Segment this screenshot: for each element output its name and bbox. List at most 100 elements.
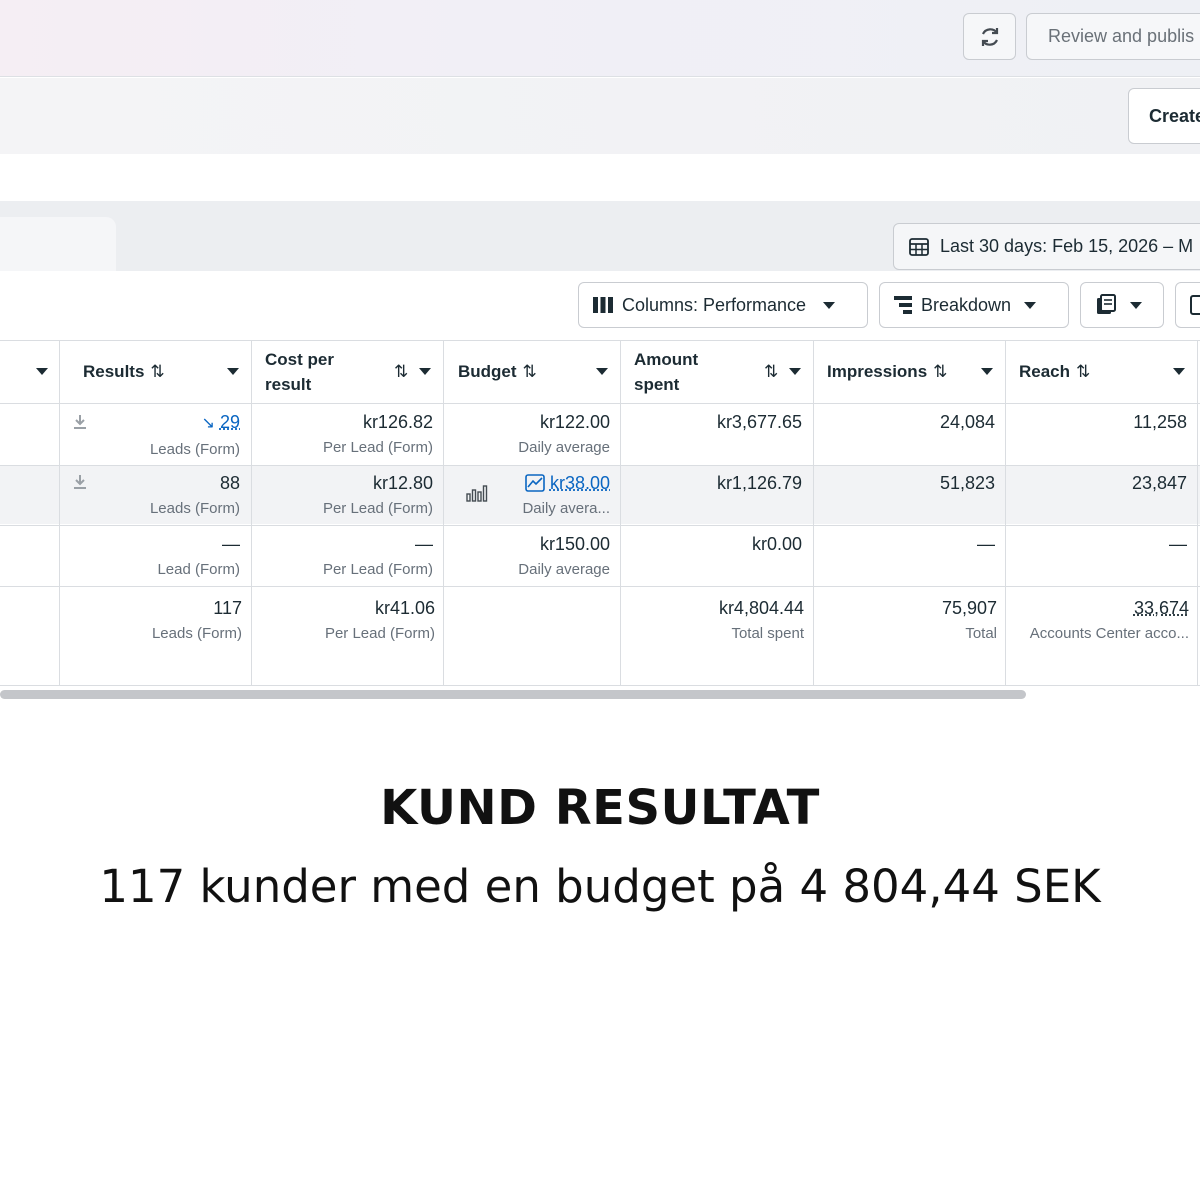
budget-value: kr122.00 [539,412,610,432]
column-menu-icon[interactable] [981,368,993,375]
cost-sub: Per Lead (Form) [322,439,433,456]
totals-impressions-sub: Total [965,625,997,642]
header-reach-label: Reach [1019,361,1071,381]
date-range-button[interactable]: Last 30 days: Feb 15, 2026 – M [893,223,1200,270]
table-row-2-impressions: 51,823 [814,473,995,493]
column-menu-icon[interactable] [789,368,801,375]
column-divider [1197,340,1198,686]
table-row-1-spent: kr3,677.65 [621,412,802,432]
totals-reach-sub: Accounts Center acco... [1029,625,1189,642]
sort-icon[interactable]: ⇅ [150,362,164,382]
column-menu-icon[interactable] [1173,368,1185,375]
column-menu-icon[interactable] [36,368,48,375]
table-border [0,586,1200,587]
export-icon [1190,295,1200,315]
totals-cost-value: kr41.06 [374,598,435,618]
column-menu-icon[interactable] [227,368,239,375]
results-value-link[interactable]: 29 [220,412,240,432]
table-row-3-budget: kr150.00 Daily average [444,534,610,580]
table-row-3-reach: — [1006,534,1187,554]
table-border [0,685,1200,686]
totals-reach-value[interactable]: 33,674 [1006,598,1189,618]
create-button[interactable]: Create [1128,88,1200,144]
reach-value: 11,258 [1133,412,1187,432]
table-row-1-reach: 11,258 [1006,412,1187,432]
columns-label: Columns: Performance [622,294,807,315]
chevron-down-icon [1130,301,1142,309]
reports-button[interactable] [1080,282,1164,328]
results-value: — [222,534,240,554]
cost-value: kr126.82 [362,412,433,432]
sort-icon[interactable]: ⇅ [394,359,408,384]
column-menu-icon[interactable] [596,368,608,375]
header-budget[interactable]: Budget ⇅ [458,340,620,403]
columns-button[interactable]: Columns: Performance [578,282,868,328]
active-tab[interactable] [0,217,116,271]
header-cost-label-1: Cost per [265,349,334,369]
sub-header [0,78,1200,154]
totals-results-sub: Leads (Form) [151,625,242,642]
header-budget-label: Budget [458,361,517,381]
budget-value: kr150.00 [539,534,610,554]
header-results[interactable]: Results ⇅ [83,340,251,403]
header-cost-label-2: result [265,374,312,394]
table-border [0,465,1200,466]
column-menu-icon[interactable] [419,368,431,375]
spent-value: kr3,677.65 [716,412,802,432]
table-row-1-cost: kr126.82 Per Lead (Form) [252,412,433,458]
date-range-label: Last 30 days: Feb 15, 2026 – M [940,236,1194,256]
totals-spent: kr4,804.44 Total spent [621,598,804,644]
table-border [0,525,1200,526]
header-results-label: Results [83,361,145,381]
sort-icon[interactable]: ⇅ [1076,362,1090,382]
table-row-1-impressions: 24,084 [814,412,995,432]
breakdown-button[interactable]: Breakdown [879,282,1069,328]
sort-icon[interactable]: ⇅ [933,362,947,382]
caption-title: KUND RESULTAT [380,780,820,836]
totals-reach: 33,674 Accounts Center acco... [1006,598,1189,644]
reach-value: — [1169,534,1187,554]
header-amount-spent[interactable]: Amount spent ⇅ [634,340,813,403]
chevron-down-icon [823,301,836,309]
totals-impressions-value: 75,907 [941,598,997,618]
reports-icon [1097,294,1116,314]
table-row-2-reach: 23,847 [1006,473,1187,493]
refresh-icon [981,27,998,46]
calendar-icon [909,237,929,256]
breakdown-label: Breakdown [921,294,1012,315]
header-spent-label-1: Amount [634,349,699,369]
header-reach[interactable]: Reach ⇅ [1019,340,1197,403]
horizontal-scrollbar[interactable] [0,690,1026,699]
table-row-3-impressions: — [814,534,995,554]
table-border [0,403,1200,404]
totals-results-value: 117 [213,598,242,618]
table-row-2-cost: kr12.80 Per Lead (Form) [252,473,433,519]
results-sub: Lead (Form) [157,561,240,578]
header-impressions[interactable]: Impressions ⇅ [827,340,1005,403]
sort-icon[interactable]: ⇅ [523,362,537,382]
budget-sub: Daily avera... [522,500,610,517]
results-sub: Leads (Form) [149,441,240,458]
spent-value: kr0.00 [751,534,802,554]
column-divider [443,340,444,686]
trend-down-icon: ↘ [201,415,215,432]
budget-sub: Daily average [518,439,610,456]
chevron-down-icon [1024,301,1037,309]
bar-chart-icon[interactable] [466,484,488,502]
totals-spent-value: kr4,804.44 [718,598,804,618]
totals-cost: kr41.06 Per Lead (Form) [252,598,435,644]
budget-value-link[interactable]: kr38.00 [550,473,610,493]
caption-subtitle: 117 kunder med en budget på 4 804,44 SEK [99,860,1101,913]
impressions-value: — [977,534,995,554]
header-cost-per-result[interactable]: Cost per result ⇅ [265,340,443,403]
sort-icon[interactable]: ⇅ [764,359,778,384]
totals-spent-sub: Total spent [731,625,804,642]
table-row-2-spent: kr1,126.79 [621,473,802,493]
refresh-button[interactable] [963,13,1016,60]
top-bar [0,0,1200,77]
cost-value: kr12.80 [372,473,433,493]
export-button[interactable] [1175,282,1200,328]
ads-table: Results ⇅ Cost per result ⇅ Budget ⇅ Amo… [0,340,1200,686]
review-and-publish-button[interactable]: Review and publis [1026,13,1200,60]
breakdown-icon [894,296,912,314]
